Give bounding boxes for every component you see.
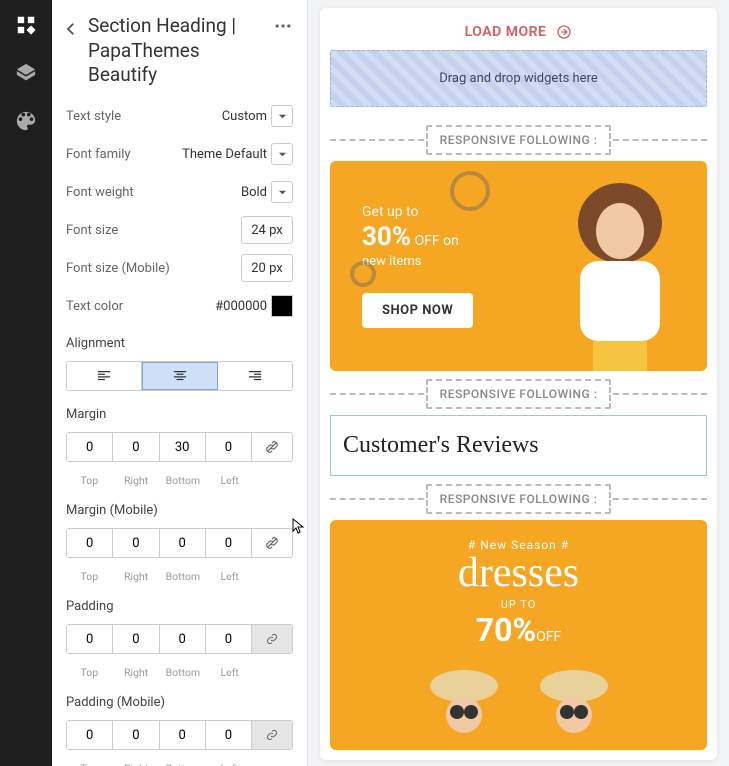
align-center-button[interactable] bbox=[142, 362, 218, 390]
padding-mobile-right-input[interactable] bbox=[113, 721, 158, 749]
layers-icon[interactable] bbox=[15, 62, 37, 84]
font-weight-label: Font weight bbox=[66, 185, 134, 200]
alignment-group bbox=[66, 361, 293, 391]
align-left-button[interactable] bbox=[67, 362, 142, 390]
responsive-divider: RESPONSIVE FOLLOWING : bbox=[330, 125, 707, 155]
padding-top-input[interactable] bbox=[67, 625, 112, 653]
padding-mobile-left-input[interactable] bbox=[206, 721, 251, 749]
responsive-divider: RESPONSIVE FOLLOWING : bbox=[330, 484, 707, 514]
promo-banner-1[interactable]: Get up to 30% OFF on new items SHOP NOW bbox=[330, 161, 707, 371]
margin-mobile-group bbox=[66, 528, 293, 558]
panel-title: Section Heading | PapaThemes Beautify bbox=[88, 14, 265, 88]
load-more-button[interactable]: LOAD MORE bbox=[326, 18, 711, 50]
margin-mobile-unlink-icon[interactable] bbox=[252, 529, 292, 557]
font-family-value: Theme Default bbox=[182, 147, 271, 162]
padding-mobile-link-icon[interactable] bbox=[252, 721, 292, 749]
font-weight-dropdown[interactable] bbox=[271, 181, 293, 203]
arrow-right-circle-icon bbox=[556, 24, 572, 40]
font-size-input[interactable] bbox=[241, 216, 293, 244]
padding-right-input[interactable] bbox=[113, 625, 158, 653]
children-image bbox=[330, 660, 707, 750]
margin-label: Margin bbox=[66, 407, 293, 422]
font-family-dropdown[interactable] bbox=[271, 143, 293, 165]
widgets-icon[interactable] bbox=[15, 14, 37, 36]
text-color-swatch[interactable] bbox=[271, 295, 293, 317]
padding-mobile-top-input[interactable] bbox=[67, 721, 112, 749]
alignment-label: Alignment bbox=[66, 336, 293, 351]
settings-panel: Section Heading | PapaThemes Beautify Te… bbox=[52, 0, 308, 766]
margin-unlink-icon[interactable] bbox=[252, 433, 292, 461]
tool-rail bbox=[0, 0, 52, 766]
margin-bottom-input[interactable] bbox=[160, 433, 205, 461]
shop-now-button[interactable]: SHOP NOW bbox=[362, 293, 473, 328]
text-style-dropdown[interactable] bbox=[271, 105, 293, 127]
back-button[interactable] bbox=[62, 20, 80, 38]
padding-group bbox=[66, 624, 293, 654]
font-size-label: Font size bbox=[66, 223, 118, 238]
align-right-button[interactable] bbox=[218, 362, 292, 390]
font-family-label: Font family bbox=[66, 147, 131, 162]
padding-bottom-input[interactable] bbox=[160, 625, 205, 653]
widget-dropzone[interactable]: Drag and drop widgets here bbox=[330, 50, 707, 107]
text-style-value: Custom bbox=[222, 109, 271, 124]
font-size-mobile-label: Font size (Mobile) bbox=[66, 261, 170, 276]
promo-banner-2[interactable]: # New Season # dresses UP TO 70%OFF bbox=[330, 520, 707, 750]
margin-top-input[interactable] bbox=[67, 433, 112, 461]
padding-mobile-label: Padding (Mobile) bbox=[66, 695, 293, 710]
padding-left-input[interactable] bbox=[206, 625, 251, 653]
font-size-mobile-input[interactable] bbox=[241, 254, 293, 282]
margin-group bbox=[66, 432, 293, 462]
palette-icon[interactable] bbox=[15, 110, 37, 132]
padding-link-icon[interactable] bbox=[252, 625, 292, 653]
font-weight-value: Bold bbox=[241, 185, 271, 200]
margin-mobile-top-input[interactable] bbox=[67, 529, 112, 557]
padding-mobile-bottom-input[interactable] bbox=[160, 721, 205, 749]
margin-mobile-left-input[interactable] bbox=[206, 529, 251, 557]
padding-mobile-group bbox=[66, 720, 293, 750]
reviews-heading-widget[interactable]: Customer's Reviews bbox=[330, 415, 707, 476]
more-icon[interactable] bbox=[273, 16, 293, 36]
margin-mobile-label: Margin (Mobile) bbox=[66, 503, 293, 518]
padding-label: Padding bbox=[66, 599, 293, 614]
text-color-label: Text color bbox=[66, 299, 123, 314]
child-image bbox=[525, 171, 695, 371]
margin-right-input[interactable] bbox=[113, 433, 158, 461]
canvas-area: LOAD MORE Drag and drop widgets here RES… bbox=[308, 0, 729, 766]
responsive-divider: RESPONSIVE FOLLOWING : bbox=[330, 379, 707, 409]
margin-left-input[interactable] bbox=[206, 433, 251, 461]
text-style-label: Text style bbox=[66, 109, 121, 124]
margin-mobile-right-input[interactable] bbox=[113, 529, 158, 557]
text-color-value: #000000 bbox=[215, 299, 271, 314]
margin-mobile-bottom-input[interactable] bbox=[160, 529, 205, 557]
